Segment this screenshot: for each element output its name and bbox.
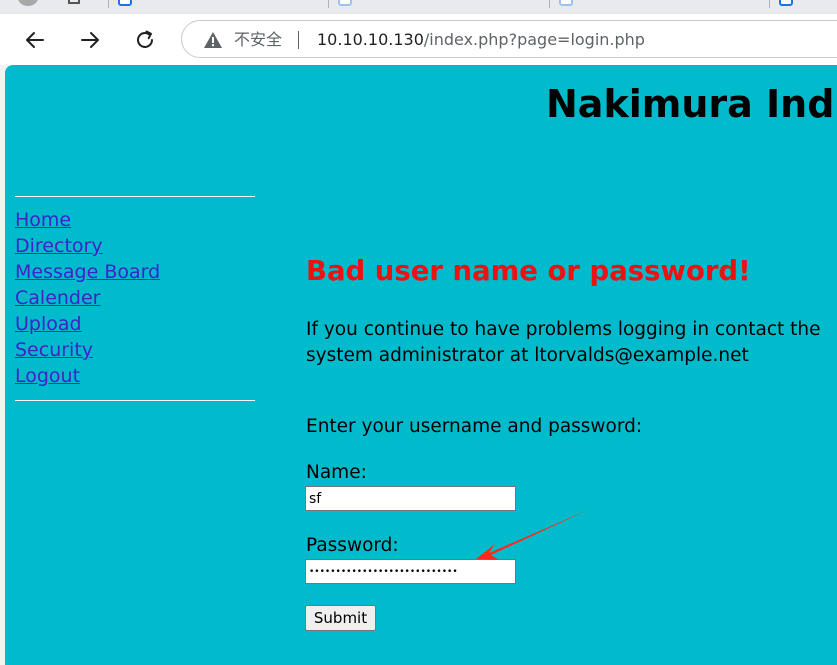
url-text[interactable]: 10.10.10.130/index.php?page=login.php xyxy=(317,30,645,50)
nav-link-security[interactable]: Security xyxy=(15,339,93,361)
site-title: Nakimura Indu xyxy=(546,82,837,126)
sidebar-item: Directory xyxy=(15,233,160,259)
reload-button[interactable] xyxy=(129,25,161,55)
sidebar-item: Message Board xyxy=(15,259,160,285)
username-input[interactable] xyxy=(305,486,516,511)
back-button[interactable] xyxy=(19,25,51,55)
submit-button[interactable]: Submit xyxy=(305,605,376,631)
tab-favicon-icon[interactable] xyxy=(779,0,793,6)
tab-strip xyxy=(0,0,837,14)
sidebar-item: Logout xyxy=(15,363,160,389)
name-label: Name: xyxy=(306,462,367,483)
nav-link-directory[interactable]: Directory xyxy=(15,235,103,257)
page-viewport: Nakimura Indu Home Directory Message Boa… xyxy=(5,65,837,665)
tab-favicon-icon[interactable] xyxy=(118,0,132,6)
sidebar-nav: Home Directory Message Board Calender Up… xyxy=(15,207,160,389)
sidebar-item: Home xyxy=(15,207,160,233)
nav-link-upload[interactable]: Upload xyxy=(15,313,82,335)
tab-favicon-icon[interactable] xyxy=(559,0,573,6)
sidebar-divider-bottom xyxy=(15,400,255,401)
url-path: /index.php?page=login.php xyxy=(423,30,645,49)
reload-icon xyxy=(137,30,153,48)
nav-link-message-board[interactable]: Message Board xyxy=(15,261,160,283)
back-arrow-icon xyxy=(26,32,44,48)
warning-triangle-icon[interactable] xyxy=(203,31,223,49)
security-status-label[interactable]: 不安全 xyxy=(234,30,282,50)
tab-separator xyxy=(328,0,329,8)
login-help-text: If you continue to have problems logging… xyxy=(306,319,821,366)
address-bar[interactable]: 不安全 10.10.10.130/index.php?page=login.ph… xyxy=(181,20,837,58)
url-host: 10.10.10.130 xyxy=(317,30,424,49)
sidebar-divider-top xyxy=(15,196,255,197)
tab-separator xyxy=(108,0,109,8)
browser-toolbar: 不安全 10.10.10.130/index.php?page=login.ph… xyxy=(0,14,837,65)
sidebar-item: Security xyxy=(15,337,160,363)
nav-link-home[interactable]: Home xyxy=(15,209,71,231)
sidebar-item: Upload xyxy=(15,311,160,337)
forward-arrow-icon xyxy=(81,32,99,48)
profile-avatar-icon[interactable] xyxy=(18,0,38,6)
nav-link-logout[interactable]: Logout xyxy=(15,365,80,387)
password-label: Password: xyxy=(306,535,399,556)
login-prompt: Enter your username and password: xyxy=(306,416,643,437)
forward-button[interactable] xyxy=(74,25,106,55)
password-input[interactable] xyxy=(305,559,516,584)
tab-favicon-icon[interactable] xyxy=(338,0,352,6)
tab-actions-icon[interactable] xyxy=(68,0,80,4)
tab-separator xyxy=(769,0,770,8)
nav-link-calender[interactable]: Calender xyxy=(15,287,100,309)
sidebar-item: Calender xyxy=(15,285,160,311)
omnibox-divider xyxy=(298,31,299,49)
tab-separator xyxy=(549,0,550,8)
login-error-heading: Bad user name or password! xyxy=(306,255,751,287)
